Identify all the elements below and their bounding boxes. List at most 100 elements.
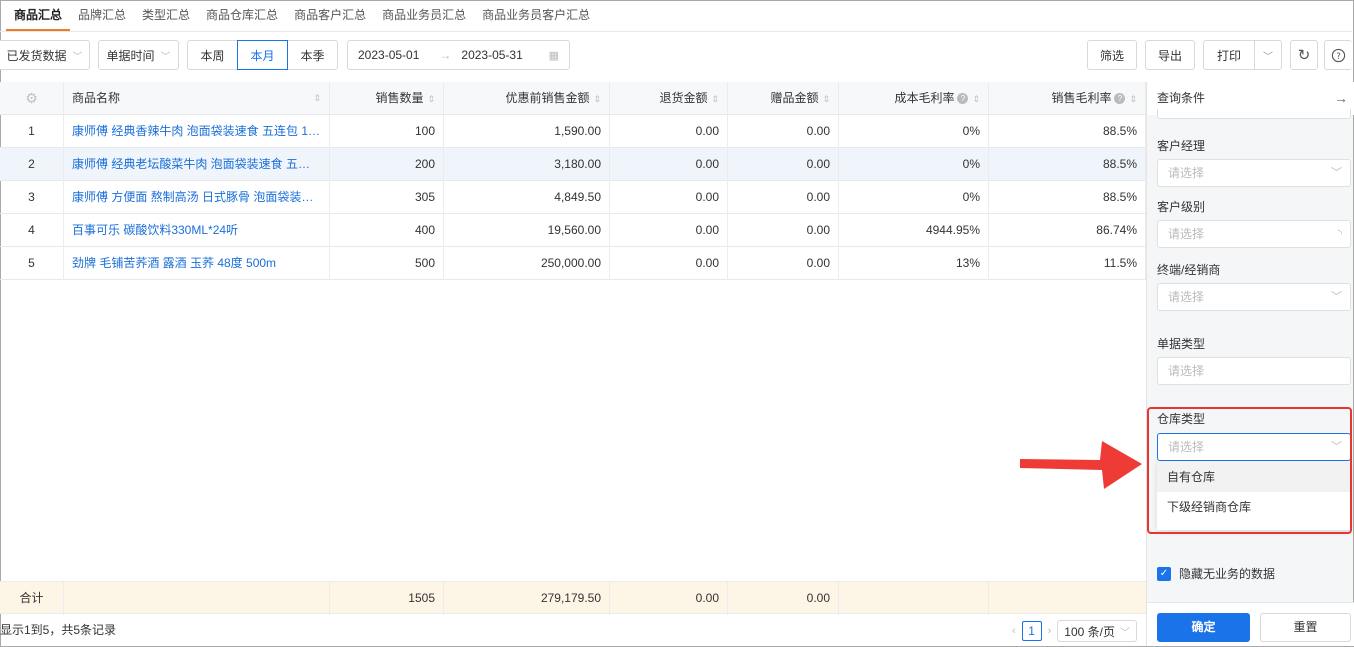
header-return-amount[interactable]: 退货金额 ⇕: [610, 82, 728, 115]
confirm-button[interactable]: 确定: [1157, 613, 1250, 642]
gift-amount: 0.00: [728, 247, 839, 280]
sales-amount: 250,000.00: [444, 247, 610, 280]
product-name-link[interactable]: 劲牌 毛铺苦荞酒 露酒 玉荞 48度 500m: [64, 247, 330, 280]
header-sales-margin[interactable]: 销售毛利率? ⇕: [989, 82, 1146, 115]
sort-icon: ⇕: [593, 94, 601, 104]
return-amount: 0.00: [610, 115, 728, 148]
total-qty: 1505: [330, 582, 444, 615]
next-page-icon[interactable]: ›: [1048, 625, 1052, 637]
export-button[interactable]: 导出: [1145, 40, 1195, 70]
row-number: 4: [0, 214, 64, 247]
table-total-row: 合计 1505 279,179.50 0.00 0.00: [0, 581, 1146, 615]
chevron-down-icon: ﹀: [1263, 51, 1273, 63]
print-button[interactable]: 打印: [1203, 40, 1255, 70]
total-label: 合计: [0, 582, 64, 615]
product-name-link[interactable]: 康师傅 经典香辣牛肉 泡面袋装速食 五连包 10…: [64, 115, 330, 148]
record-summary: 显示1到5，共5条记录: [0, 623, 117, 637]
sort-icon: ⇕: [822, 94, 830, 104]
page-size-select[interactable]: 100 条/页 ﹀: [1057, 620, 1137, 642]
select-placeholder: 请选择: [1168, 364, 1205, 378]
header-label: 销售毛利率: [1051, 91, 1112, 105]
return-amount: 0.00: [610, 247, 728, 280]
filter-button[interactable]: 筛选: [1087, 40, 1137, 70]
page-number[interactable]: 1: [1021, 621, 1042, 641]
sales-margin: 88.5%: [989, 115, 1146, 148]
tab-type-summary[interactable]: 类型汇总: [134, 0, 198, 31]
product-name-link[interactable]: 康师傅 方便面 熬制高汤 日式豚骨 泡面袋装速…: [64, 181, 330, 214]
print-menu-button[interactable]: ﹀: [1254, 40, 1282, 70]
row-number: 1: [0, 115, 64, 148]
header-sales-qty[interactable]: 销售数量 ⇕: [330, 82, 444, 115]
cost-margin: 4944.95%: [839, 214, 989, 247]
panel-title: 查询条件: [1157, 91, 1206, 105]
select-placeholder: 请选择: [1168, 166, 1205, 180]
date-range-picker[interactable]: 2023-05-01 → 2023-05-31 ▦: [347, 40, 570, 70]
header-amount-before-discount[interactable]: 优惠前销售金额 ⇕: [444, 82, 610, 115]
table-footer: 显示1到5，共5条记录 ‹ 1 › 100 条/页 ﹀: [0, 615, 1146, 646]
tab-product-customer-summary[interactable]: 商品客户汇总: [286, 0, 374, 31]
gift-amount: 0.00: [728, 148, 839, 181]
column-settings-button[interactable]: ⚙: [0, 82, 64, 115]
tab-product-salesman-summary[interactable]: 商品业务员汇总: [374, 0, 474, 31]
header-label: 商品名称: [72, 91, 121, 105]
report-tabs: 商品汇总 品牌汇总 类型汇总 商品仓库汇总 商品客户汇总 商品业务员汇总 商品业…: [0, 0, 1352, 32]
gift-amount: 0.00: [728, 115, 839, 148]
table-row[interactable]: 3 康师傅 方便面 熬制高汤 日式豚骨 泡面袋装速… 305 4,849.50 …: [0, 181, 1146, 214]
sort-icon: ⇕: [427, 94, 435, 104]
help-button[interactable]: ?: [1324, 40, 1352, 70]
sort-icon: ⇕: [972, 94, 980, 104]
product-name-link[interactable]: 百事可乐 碳酸饮料330ML*24听: [64, 214, 330, 247]
tab-product-warehouse-summary[interactable]: 商品仓库汇总: [198, 0, 286, 31]
sales-margin: 86.74%: [989, 214, 1146, 247]
tab-product-summary[interactable]: 商品汇总: [6, 0, 71, 31]
total-return: 0.00: [610, 582, 728, 615]
gear-icon: ⚙: [25, 90, 38, 106]
refresh-button[interactable]: ↻: [1290, 40, 1318, 70]
sales-amount: 3,180.00: [444, 148, 610, 181]
table-row[interactable]: 2 康师傅 经典老坛酸菜牛肉 泡面袋装速食 五连包… 200 3,180.00 …: [0, 148, 1146, 181]
loading-icon: ◝: [1337, 228, 1342, 240]
header-product-name[interactable]: 商品名称 ⇕: [64, 82, 330, 115]
chevron-down-icon: ﹀: [1120, 627, 1130, 639]
cost-margin: 13%: [839, 247, 989, 280]
sales-qty: 200: [330, 148, 444, 181]
doc-type-label: 单据类型: [1157, 337, 1206, 351]
period-month-button[interactable]: 本月: [237, 40, 288, 70]
gift-amount: 0.00: [728, 181, 839, 214]
hide-empty-checkbox[interactable]: ✓ 隐藏无业务的数据: [1157, 565, 1275, 582]
tab-brand-summary[interactable]: 品牌汇总: [70, 0, 134, 31]
header-label: 退货金额: [659, 91, 708, 105]
terminal-label: 终端/经销商: [1157, 263, 1221, 277]
sales-qty: 305: [330, 181, 444, 214]
sales-amount: 4,849.50: [444, 181, 610, 214]
customer-manager-select[interactable]: 请选择 ﹀: [1157, 159, 1351, 187]
doc-type-select[interactable]: 请选择: [1157, 357, 1351, 385]
table-row[interactable]: 5 劲牌 毛铺苦荞酒 露酒 玉荞 48度 500m 500 250,000.00…: [0, 247, 1146, 280]
sales-margin: 88.5%: [989, 148, 1146, 181]
period-quarter-button[interactable]: 本季: [287, 40, 338, 70]
chevron-down-icon: ﹀: [72, 51, 83, 63]
product-name-link[interactable]: 康师傅 经典老坛酸菜牛肉 泡面袋装速食 五连包…: [64, 148, 330, 181]
terminal-select[interactable]: 请选择 ﹀: [1157, 283, 1351, 311]
header-gift-amount[interactable]: 赠品金额 ⇕: [728, 82, 839, 115]
customer-level-select[interactable]: 请选择 ◝: [1157, 220, 1351, 248]
page-size-label: 100 条/页: [1064, 624, 1115, 639]
sales-qty: 100: [330, 115, 444, 148]
tab-product-salesman-customer-summary[interactable]: 商品业务员客户汇总: [474, 0, 598, 31]
data-scope-select[interactable]: 已发货数据 ﹀: [0, 40, 90, 70]
time-field-select[interactable]: 单据时间 ﹀: [98, 40, 179, 70]
customer-manager-label: 客户经理: [1157, 139, 1206, 153]
table-row[interactable]: 1 康师傅 经典香辣牛肉 泡面袋装速食 五连包 10… 100 1,590.00…: [0, 115, 1146, 148]
header-cost-margin[interactable]: 成本毛利率? ⇕: [839, 82, 989, 115]
prev-page-icon[interactable]: ‹: [1012, 625, 1016, 637]
reset-button[interactable]: 重置: [1260, 613, 1351, 642]
chevron-down-icon: ﹀: [1331, 291, 1342, 303]
total-empty-cell: [64, 582, 330, 615]
table-header: ⚙ 商品名称 ⇕ 销售数量 ⇕ 优惠前销售金额 ⇕ 退货金额 ⇕ 赠品金额 ⇕ 成本毛利率…: [0, 82, 1146, 115]
time-field-label: 单据时间: [106, 48, 155, 63]
sales-margin: 88.5%: [989, 181, 1146, 214]
info-icon: ?: [957, 93, 969, 105]
period-week-button[interactable]: 本周: [187, 40, 238, 70]
cost-margin: 0%: [839, 181, 989, 214]
table-row[interactable]: 4 百事可乐 碳酸饮料330ML*24听 400 19,560.00 0.00 …: [0, 214, 1146, 247]
